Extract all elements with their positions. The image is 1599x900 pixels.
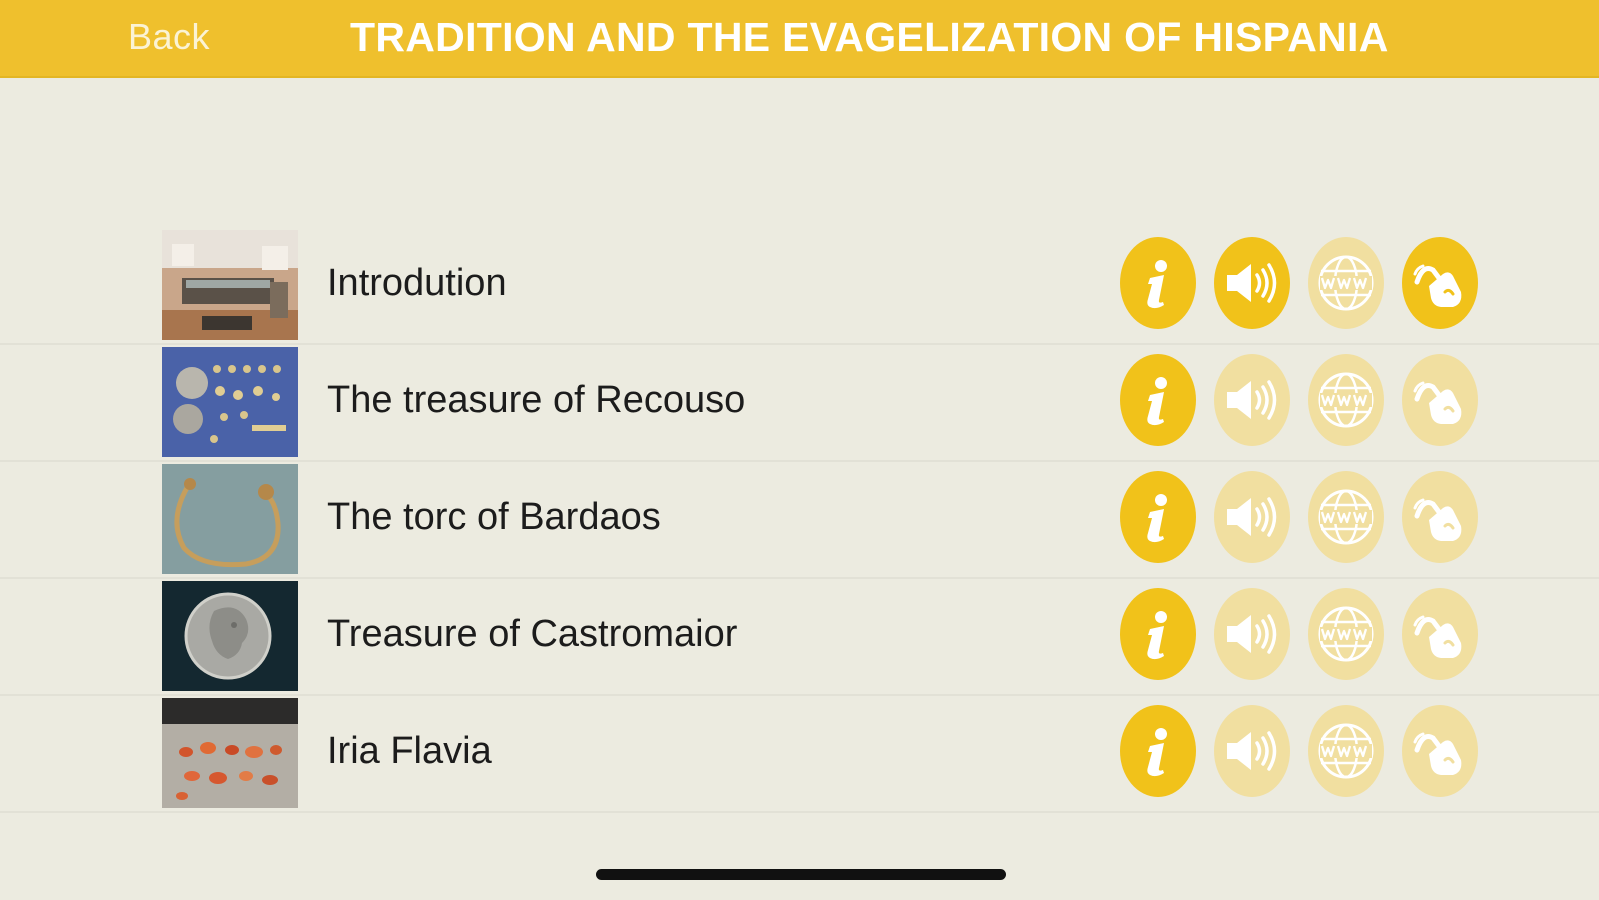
home-indicator[interactable]: [596, 869, 1006, 880]
thumbnail-silver-coin: [162, 581, 298, 691]
audio-button[interactable]: [1214, 705, 1290, 797]
sign-language-button[interactable]: [1402, 354, 1478, 446]
item-label: Iria Flavia: [327, 730, 492, 772]
list-item-introduction[interactable]: Introdution: [0, 228, 1599, 345]
info-button[interactable]: [1120, 237, 1196, 329]
thumbnail-gold-torc: [162, 464, 298, 574]
list-item-torc-bardaos[interactable]: The torc of Bardaos: [0, 462, 1599, 579]
info-icon: [1147, 611, 1167, 660]
web-button[interactable]: [1308, 705, 1384, 797]
info-icon: [1147, 260, 1167, 309]
page-title: TRADITION AND THE EVAGELIZATION OF HISPA…: [350, 14, 1389, 60]
www-globe-icon: [1318, 489, 1374, 545]
speaker-icon: [1227, 263, 1277, 303]
www-globe-icon: [1318, 372, 1374, 428]
web-button[interactable]: [1308, 237, 1384, 329]
speaker-icon: [1227, 497, 1277, 537]
audio-button[interactable]: [1214, 354, 1290, 446]
item-label: The torc of Bardaos: [327, 496, 661, 538]
info-button[interactable]: [1120, 471, 1196, 563]
info-icon: [1147, 728, 1167, 777]
web-button[interactable]: [1308, 471, 1384, 563]
exhibit-list: Introdution The treasure of Recouso The …: [0, 228, 1599, 813]
audio-button[interactable]: [1214, 471, 1290, 563]
sign-language-button[interactable]: [1402, 237, 1478, 329]
www-globe-icon: [1318, 723, 1374, 779]
back-button[interactable]: Back: [128, 16, 210, 58]
sign-language-icon: [1413, 381, 1462, 424]
item-label: Treasure of Castromaior: [327, 613, 738, 655]
info-button[interactable]: [1120, 588, 1196, 680]
thumbnail-amber-beads: [162, 698, 298, 808]
thumbnail-jewelry-treasure: [162, 347, 298, 457]
info-button[interactable]: [1120, 354, 1196, 446]
sign-language-icon: [1413, 732, 1462, 775]
list-item-treasure-castromaior[interactable]: Treasure of Castromaior: [0, 579, 1599, 696]
info-icon: [1147, 377, 1167, 426]
list-item-treasure-recouso[interactable]: The treasure of Recouso: [0, 345, 1599, 462]
top-bar: Back TRADITION AND THE EVAGELIZATION OF …: [0, 0, 1599, 78]
web-button[interactable]: [1308, 588, 1384, 680]
sign-language-button[interactable]: [1402, 588, 1478, 680]
thumbnail-museum-room: [162, 230, 298, 340]
sign-language-icon: [1413, 264, 1462, 307]
sign-language-button[interactable]: [1402, 705, 1478, 797]
web-button[interactable]: [1308, 354, 1384, 446]
info-icon: [1147, 494, 1167, 543]
speaker-icon: [1227, 380, 1277, 420]
list-item-iria-flavia[interactable]: Iria Flavia: [0, 696, 1599, 813]
item-label: Introdution: [327, 262, 507, 304]
speaker-icon: [1227, 731, 1277, 771]
www-globe-icon: [1318, 255, 1374, 311]
audio-button[interactable]: [1214, 588, 1290, 680]
sign-language-button[interactable]: [1402, 471, 1478, 563]
info-button[interactable]: [1120, 705, 1196, 797]
sign-language-icon: [1413, 498, 1462, 541]
speaker-icon: [1227, 614, 1277, 654]
sign-language-icon: [1413, 615, 1462, 658]
audio-button[interactable]: [1214, 237, 1290, 329]
www-globe-icon: [1318, 606, 1374, 662]
item-label: The treasure of Recouso: [327, 379, 746, 421]
